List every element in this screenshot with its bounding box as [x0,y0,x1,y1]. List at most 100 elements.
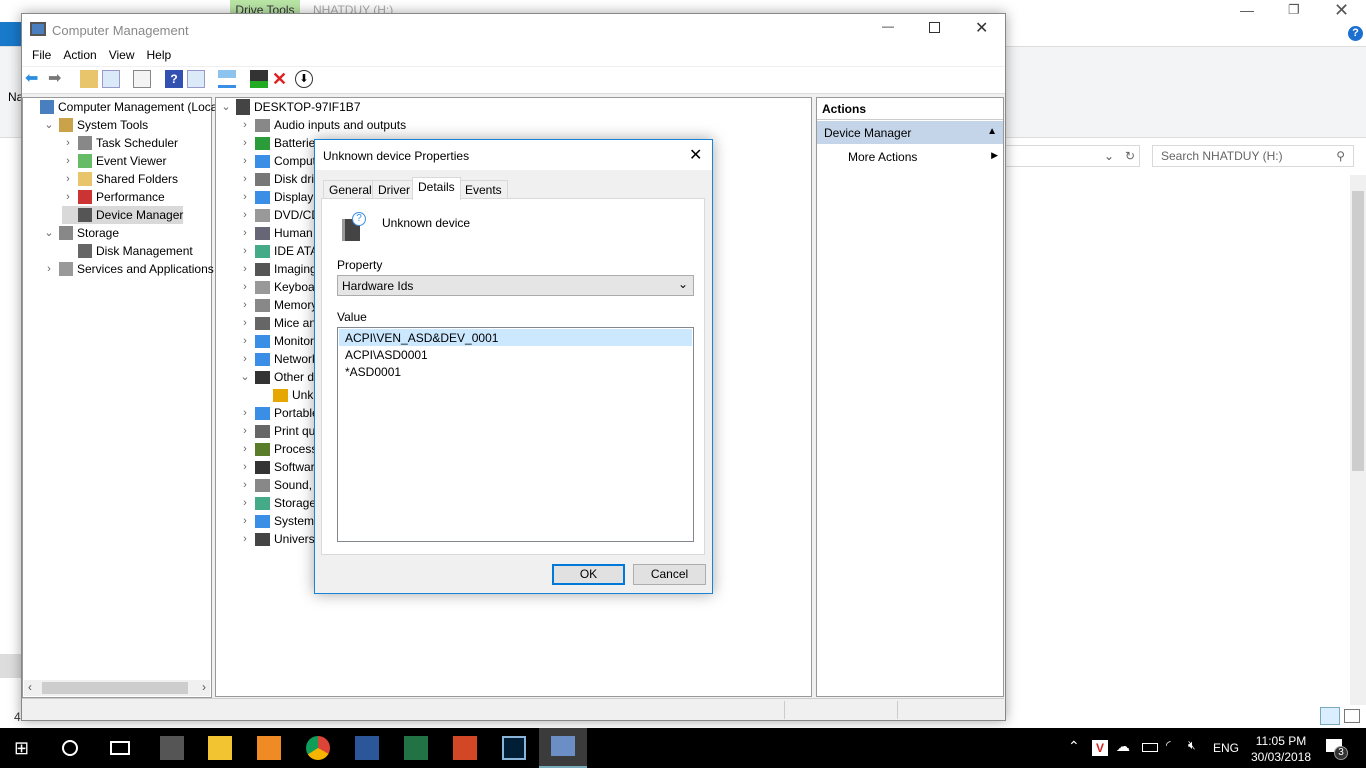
address-bar[interactable]: ⌄ [1000,145,1140,167]
update-driver-icon[interactable] [250,70,268,88]
tree-item[interactable]: ⌄ Storage [43,224,119,242]
cortana-button[interactable] [62,740,78,756]
device-category[interactable]: › Batteries [239,134,321,152]
tab-driver[interactable]: Driver [372,180,416,199]
up-folder-icon[interactable] [80,70,98,88]
search-input[interactable]: Search NHATDUY (H:) ⚲ [1152,145,1354,167]
chrome-icon[interactable] [306,736,330,760]
action-pane-icon[interactable] [187,70,205,88]
tab-events[interactable]: Events [459,180,508,199]
chevron-icon[interactable]: › [239,224,251,242]
chevron-icon[interactable]: ⌄ [43,224,55,242]
media-player-icon[interactable] [257,736,281,760]
chevron-icon[interactable]: › [239,458,251,476]
device-category[interactable]: › Monitors [239,332,320,350]
battery-icon[interactable] [1142,743,1158,752]
chevron-icon[interactable]: › [239,134,251,152]
explorer-restore-button[interactable]: ❐ [1288,2,1300,18]
show-hidden-icons[interactable]: ⌃ [1068,738,1080,755]
clock[interactable]: 11:05 PM 30/03/2018 [1246,733,1316,765]
chevron-icon[interactable]: › [62,134,74,152]
tab-details[interactable]: Details [412,177,461,200]
maximize-button[interactable] [929,22,940,33]
dialog-close-button[interactable]: ✕ [689,145,702,165]
forward-icon[interactable]: ➡ [48,70,66,88]
antivirus-tray-icon[interactable]: V [1092,740,1108,756]
tree-item[interactable]: › Shared Folders [62,170,178,188]
chevron-icon[interactable]: › [239,494,251,512]
chevron-icon[interactable]: › [239,296,251,314]
properties-icon[interactable] [133,70,151,88]
vertical-scrollbar[interactable] [1350,175,1366,705]
chevron-icon[interactable]: › [239,170,251,188]
details-view-button[interactable] [1320,707,1340,725]
tab-general[interactable]: General [323,180,378,199]
tree-item[interactable]: ⌄ System Tools [43,116,148,134]
chevron-icon[interactable]: › [239,440,251,458]
lightroom-icon[interactable] [502,736,526,760]
chevron-icon[interactable]: › [62,188,74,206]
chevron-icon[interactable]: › [62,152,74,170]
value-item[interactable]: ACPI\VEN_ASD&DEV_0001 [339,329,692,346]
chevron-icon[interactable]: › [239,188,251,206]
chevron-icon[interactable]: ⌄ [43,116,55,134]
chevron-icon[interactable]: › [239,116,251,134]
store-icon[interactable] [160,736,184,760]
device-tree-root[interactable]: ⌄ DESKTOP-97IF1B7 [220,98,361,116]
wifi-icon[interactable]: ◜ [1166,738,1171,752]
chevron-icon[interactable]: › [239,476,251,494]
start-button[interactable]: ⊞ [14,736,38,760]
tree-item[interactable]: Device Manager [62,206,184,224]
word-icon[interactable] [355,736,379,760]
tree-item[interactable]: › Task Scheduler [62,134,178,152]
value-item[interactable]: *ASD0001 [339,363,692,380]
tree-horizontal-scrollbar[interactable]: ‹ › [24,680,210,696]
chevron-icon[interactable]: › [239,350,251,368]
uninstall-icon[interactable]: ✕ [272,70,290,88]
chevron-icon[interactable]: ⌄ [239,368,251,386]
chevron-icon[interactable]: › [239,206,251,224]
refresh-button[interactable]: ↻ [1120,145,1140,167]
cancel-button[interactable]: Cancel [633,564,706,585]
blue-file-tab[interactable] [0,22,22,46]
tree-item[interactable]: › Services and Applications [43,260,214,278]
close-button[interactable]: ✕ [975,18,988,38]
task-view-button[interactable] [110,741,130,755]
scan-hardware-icon[interactable] [218,70,236,88]
excel-icon[interactable] [404,736,428,760]
chevron-icon[interactable]: › [239,530,251,548]
large-icons-view-button[interactable] [1344,709,1360,723]
minimize-button[interactable]: — [882,19,894,33]
chevron-icon[interactable]: › [239,512,251,530]
chevron-icon[interactable]: › [239,260,251,278]
tree-item[interactable]: Computer Management (Local [24,98,220,116]
menu-view[interactable]: View [103,46,141,66]
chevron-icon[interactable]: › [239,422,251,440]
more-actions[interactable]: More Actions ▶ [848,150,998,164]
show-hide-tree-icon[interactable] [102,70,120,88]
help-toolbar-icon[interactable]: ? [165,70,183,88]
chevron-icon[interactable]: › [239,242,251,260]
chevron-icon[interactable]: › [62,170,74,188]
back-icon[interactable]: ⬅ [25,70,43,88]
value-list[interactable]: ACPI\VEN_ASD&DEV_0001 ACPI\ASD0001 *ASD0… [337,327,694,542]
chevron-icon[interactable]: › [239,152,251,170]
value-item[interactable]: ACPI\ASD0001 [339,346,692,363]
tree-item[interactable]: › Event Viewer [62,152,166,170]
menu-action[interactable]: Action [57,46,102,66]
tree-item[interactable]: › Performance [62,188,165,206]
menu-help[interactable]: Help [141,46,178,66]
menu-file[interactable]: File [26,46,57,66]
help-icon[interactable]: ? [1348,26,1363,41]
ok-button[interactable]: OK [552,564,625,585]
computer-management-taskbar-button[interactable] [539,728,587,768]
explorer-minimize-button[interactable]: — [1240,2,1254,18]
tree-item[interactable]: Disk Management [62,242,193,260]
file-explorer-icon[interactable] [208,736,232,760]
chevron-icon[interactable]: › [239,404,251,422]
powerpoint-icon[interactable] [453,736,477,760]
language-indicator[interactable]: ENG [1213,741,1239,755]
explorer-close-button[interactable]: ✕ [1334,0,1349,21]
volume-muted-icon[interactable]: 🔇︎ [1188,738,1196,753]
disable-device-icon[interactable]: ⬇ [295,70,313,88]
